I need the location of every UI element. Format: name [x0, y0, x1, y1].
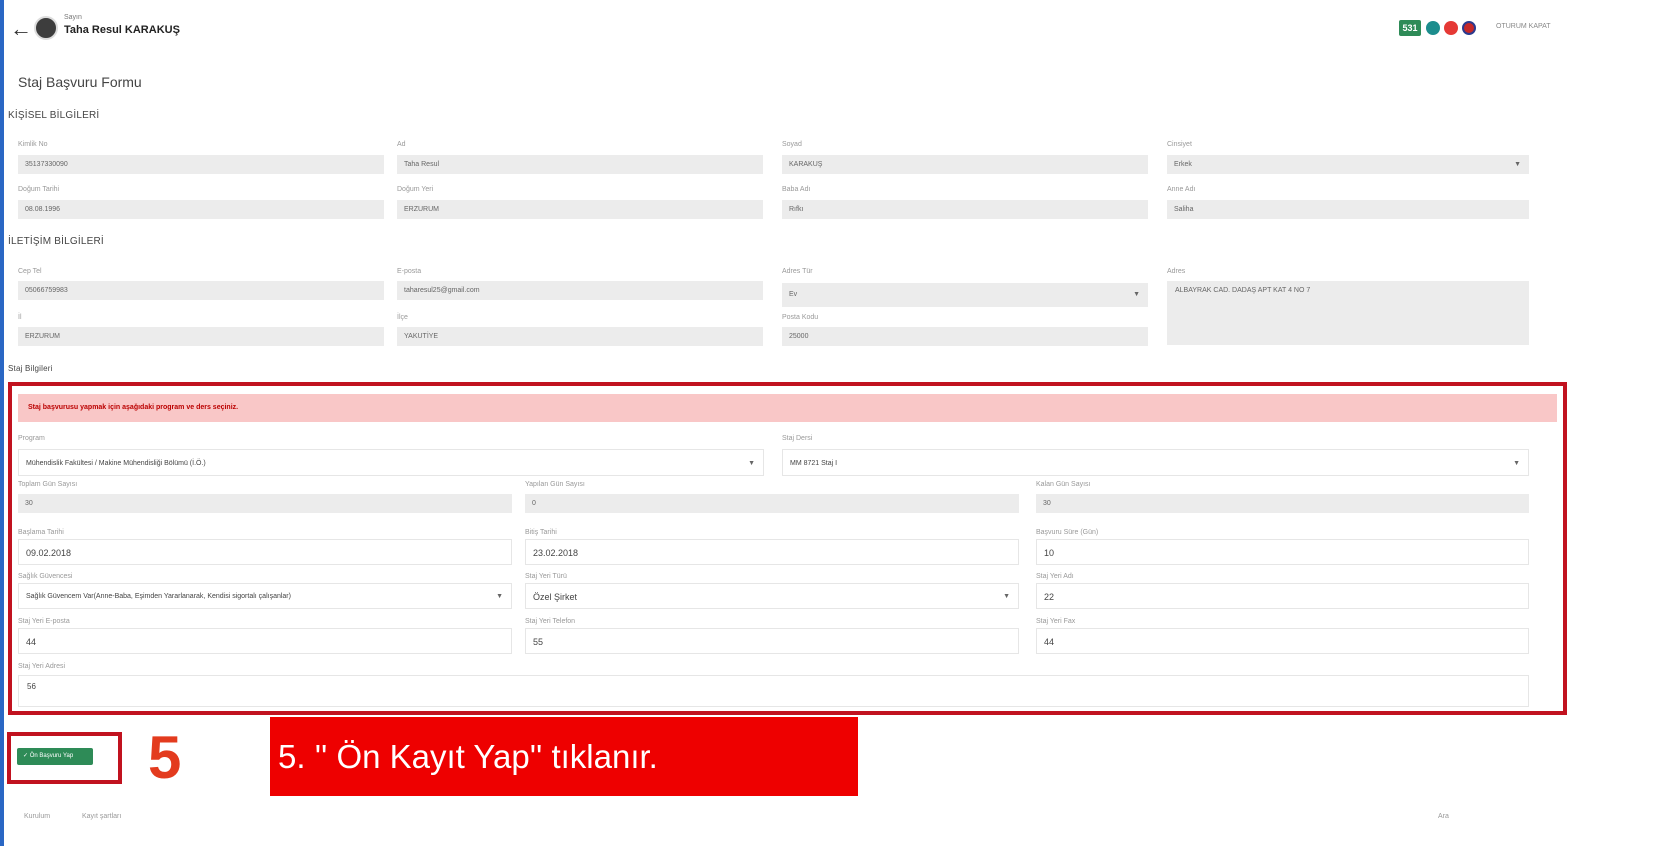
insurance-select[interactable]: Sağlık Güvencem Var(Anne-Baba, Eşimden Y… [18, 583, 512, 609]
done-days-label: Yapılan Gün Sayısı [525, 481, 585, 488]
phone-field[interactable]: 05066759983 [18, 281, 384, 300]
city-label: İl [18, 314, 22, 321]
program-value: Mühendislik Fakültesi / Makine Mühendisl… [26, 460, 206, 467]
total-days-label: Toplam Gün Sayısı [18, 481, 78, 488]
apply-days-input[interactable]: 10 [1036, 539, 1529, 565]
district-label: İlçe [397, 314, 408, 321]
place-name-input[interactable]: 22 [1036, 583, 1529, 609]
contact-section-heading: İLETİŞİM BİLGİLERİ [8, 236, 104, 247]
surname-label: Soyad [782, 141, 802, 148]
phone-label: Cep Tel [18, 268, 42, 275]
english-flag-icon[interactable] [1462, 21, 1476, 35]
course-value: MM 8721 Staj I [790, 460, 838, 467]
instruction-banner: 5. '' Ön Kayıt Yap'' tıklanır. [270, 717, 858, 796]
start-date-input[interactable]: 09.02.2018 [18, 539, 512, 565]
place-address-label: Staj Yeri Adresi [18, 663, 66, 670]
place-type-label: Staj Yeri Türü [525, 573, 567, 580]
personal-section-heading: KİŞİSEL BİLGİLERİ [8, 110, 100, 121]
place-name-label: Staj Yeri Adı [1036, 573, 1074, 580]
start-date-label: Başlama Tarihi [18, 529, 64, 536]
logout-button[interactable]: OTURUM KAPAT [1496, 23, 1551, 30]
gender-value: Erkek [1174, 161, 1192, 168]
surname-field[interactable]: KARAKUŞ [782, 155, 1148, 174]
mother-label: Anne Adı [1167, 186, 1196, 193]
course-select[interactable]: MM 8721 Staj I ▼ [782, 449, 1529, 476]
check-icon: ✓ [23, 753, 30, 759]
help-icon[interactable] [1426, 21, 1440, 35]
insurance-value: Sağlık Güvencem Var(Anne-Baba, Eşimden Y… [26, 593, 291, 600]
bottom-link-left[interactable]: Kurulum [24, 813, 50, 820]
remaining-days-label: Kalan Gün Sayısı [1036, 481, 1091, 488]
gender-select[interactable]: Erkek ▼ [1167, 155, 1529, 174]
back-arrow-icon[interactable]: ← [10, 18, 32, 40]
place-fax-label: Staj Yeri Fax [1036, 618, 1076, 625]
internship-section-heading: Staj Bilgileri [8, 364, 53, 373]
end-date-label: Bitiş Tarihi [525, 529, 557, 536]
city-field[interactable]: ERZURUM [18, 327, 384, 346]
place-fax-input[interactable]: 44 [1036, 628, 1529, 654]
birthdate-label: Doğum Tarihi [18, 186, 60, 193]
postal-label: Posta Kodu [782, 314, 819, 321]
place-email-input[interactable]: 44 [18, 628, 512, 654]
notification-badge[interactable]: 531 [1399, 20, 1421, 36]
email-field[interactable]: taharesul25@gmail.com [397, 281, 763, 300]
address-type-value: Ev [789, 291, 798, 298]
name-label: Ad [397, 141, 406, 148]
avatar[interactable] [34, 16, 58, 40]
place-type-value: Özel Şirket [533, 592, 578, 602]
bottom-right-text: Ara [1438, 813, 1449, 820]
email-label: E-posta [397, 268, 422, 275]
greeting-text: Sayın [64, 14, 82, 21]
program-label: Program [18, 435, 45, 442]
left-accent-bar [0, 0, 4, 846]
address-label: Adres [1167, 268, 1186, 275]
total-days-field: 30 [18, 494, 512, 513]
chevron-down-icon: ▼ [1133, 291, 1140, 298]
user-name: Taha Resul KARAKUŞ [64, 24, 180, 36]
postal-field[interactable]: 25000 [782, 327, 1148, 346]
birthdate-field[interactable]: 08.08.1996 [18, 200, 384, 219]
address-type-label: Adres Tür [782, 268, 813, 275]
chevron-down-icon: ▼ [1514, 161, 1521, 168]
mother-field[interactable]: Saliha [1167, 200, 1529, 219]
course-label: Staj Dersi [782, 435, 813, 442]
place-email-label: Staj Yeri E-posta [18, 618, 70, 625]
birthplace-field[interactable]: ERZURUM [397, 200, 763, 219]
gender-label: Cinsiyet [1167, 141, 1192, 148]
address-textarea[interactable]: ALBAYRAK CAD. DADAŞ APT KAT 4 NO 7 [1167, 281, 1529, 345]
insurance-label: Sağlık Güvencesi [18, 573, 73, 580]
tc-label: Kimlik No [18, 141, 48, 148]
place-type-select[interactable]: Özel Şirket ▼ [525, 583, 1019, 609]
chevron-down-icon: ▼ [1003, 593, 1010, 600]
remaining-days-field: 30 [1036, 494, 1529, 513]
name-field[interactable]: Taha Resul [397, 155, 763, 174]
chevron-down-icon: ▼ [1513, 460, 1520, 467]
birthplace-label: Doğum Yeri [397, 186, 434, 193]
bottom-link-mid[interactable]: Kayıt şartları [82, 813, 121, 820]
district-field[interactable]: YAKUTİYE [397, 327, 763, 346]
father-field[interactable]: Rıfkı [782, 200, 1148, 219]
chevron-down-icon: ▼ [496, 593, 503, 600]
place-phone-input[interactable]: 55 [525, 628, 1019, 654]
turkish-flag-icon[interactable] [1444, 21, 1458, 35]
tc-field[interactable]: 35137330090 [18, 155, 384, 174]
father-label: Baba Adı [782, 186, 811, 193]
chevron-down-icon: ▼ [748, 460, 755, 467]
address-type-select[interactable]: Ev ▼ [782, 283, 1148, 307]
program-select[interactable]: Mühendislik Fakültesi / Makine Mühendisl… [18, 449, 764, 476]
place-address-textarea[interactable]: 56 [18, 675, 1529, 707]
pre-application-button[interactable]: ✓ Ön Başvuru Yap [17, 748, 93, 765]
alert-message: Staj başvurusu yapmak için aşağıdaki pro… [18, 394, 1557, 422]
apply-days-label: Başvuru Süre (Gün) [1036, 529, 1099, 536]
place-phone-label: Staj Yeri Telefon [525, 618, 576, 625]
pre-application-label: Ön Başvuru Yap [29, 753, 74, 759]
end-date-input[interactable]: 23.02.2018 [525, 539, 1019, 565]
step-number: 5 [148, 724, 182, 791]
page-title: Staj Başvuru Formu [18, 74, 142, 90]
done-days-field: 0 [525, 494, 1019, 513]
